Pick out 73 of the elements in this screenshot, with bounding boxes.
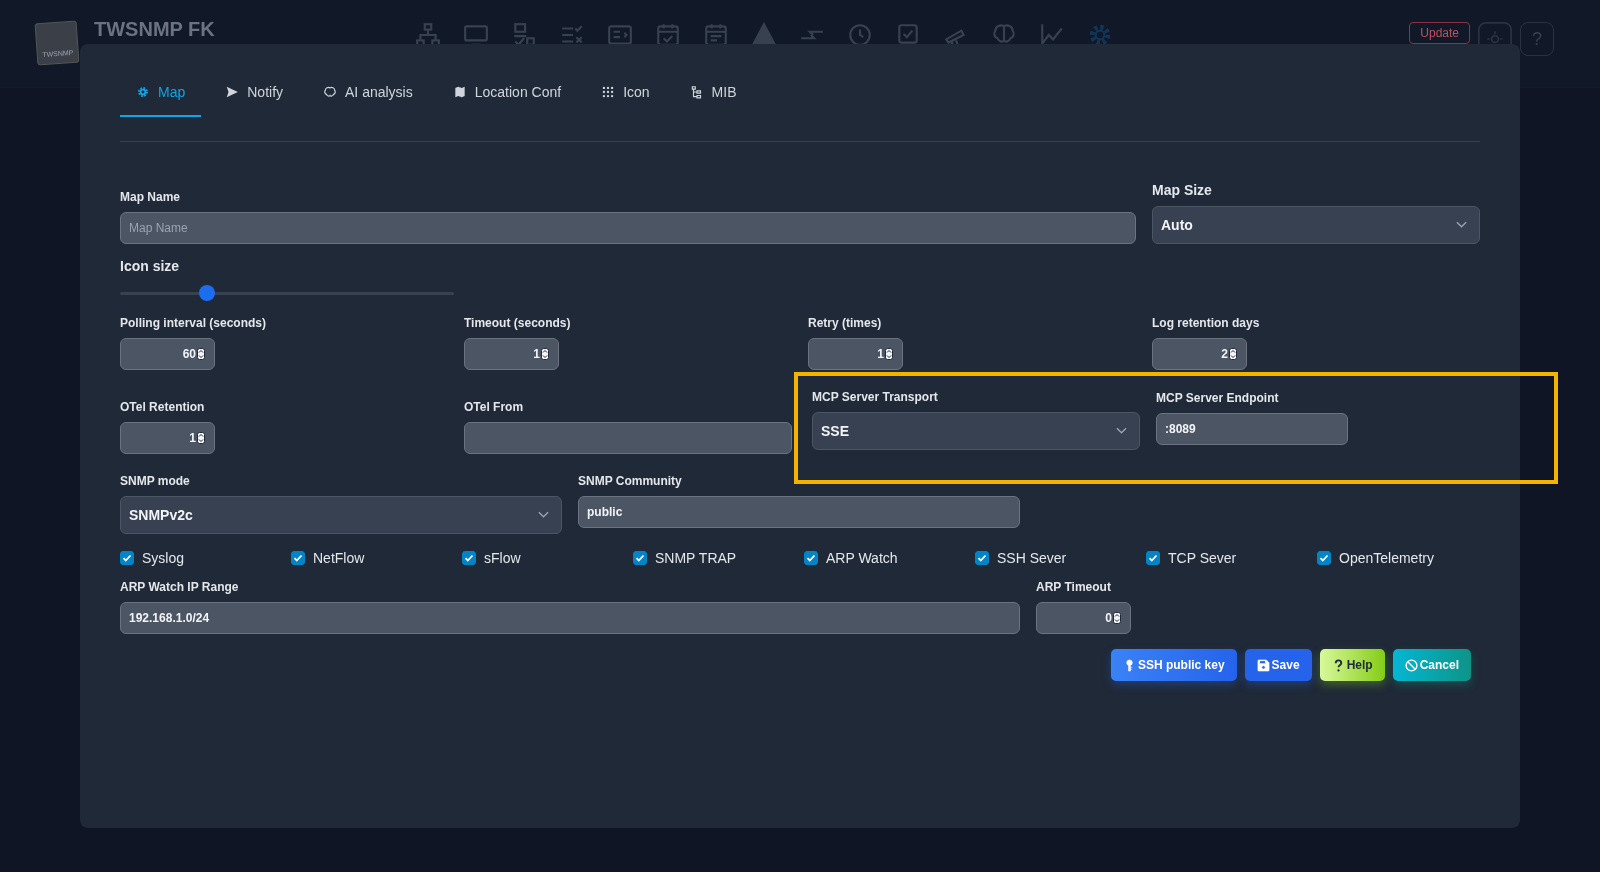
snmp-mode-select[interactable]: SNMPv2c [120,496,562,534]
map-name-field[interactable]: Map Name [120,212,1136,244]
key-button[interactable]: SSH public key [1110,649,1237,681]
number-field[interactable]: 1 [808,338,903,370]
ip-range-field[interactable]: 192.168.1.0/24 [120,602,1020,634]
service-checkbox[interactable]: NetFlow [291,550,462,566]
service-checkbox[interactable]: OpenTelemetry [1317,550,1488,566]
spinner-icon[interactable] [541,348,549,360]
field-label: ARP Watch IP Range [120,580,239,594]
field-label: Map Size [1152,182,1212,198]
tab[interactable]: Map [120,70,202,117]
checkbox-icon[interactable] [462,551,476,565]
chevron-down-icon [1456,221,1467,229]
spinner-icon[interactable] [1113,612,1121,624]
field-label: Retry (times) [808,316,882,330]
checkbox-icon[interactable] [633,551,647,565]
spinner-icon[interactable] [885,348,893,360]
field-label: Icon size [120,258,180,274]
field-label: Log retention days [1152,316,1260,330]
number-field[interactable]: 1 [464,338,559,370]
tree-icon [689,85,704,99]
field-label: MCP Server Transport [812,390,938,404]
community-field[interactable]: public [578,496,1020,528]
tab[interactable]: MIB [673,70,753,117]
number-field[interactable]: 2 [1152,338,1247,370]
cancel-icon [1404,658,1418,672]
map-icon [452,85,467,99]
slider-thumb[interactable] [198,284,215,301]
number-field[interactable]: 0 [1036,602,1131,634]
number-field[interactable]: 60 [120,338,215,370]
dot-grid-icon [601,85,616,99]
tab[interactable]: Notify [209,70,300,117]
tab[interactable]: AI analysis [307,70,429,117]
service-checkbox[interactable]: SSH Sever [975,550,1146,566]
service-checkbox[interactable]: Syslog [120,550,291,566]
map-size-select[interactable]: Auto [1152,206,1480,244]
field-label: Polling interval (seconds) [120,316,267,330]
checkbox-icon[interactable] [1146,551,1160,565]
chevron-down-icon [538,511,549,519]
save-icon [1256,658,1270,672]
field-label: ARP Timeout [1036,580,1111,594]
spinner-icon[interactable] [197,348,205,360]
number-field[interactable]: 1 [120,422,215,454]
service-checkbox[interactable]: TCP Sever [1146,550,1317,566]
checkbox-icon[interactable] [291,551,305,565]
icon-size-slider[interactable] [120,284,454,302]
field-label: Map Name [120,190,181,204]
service-checkbox[interactable]: sFlow [462,550,633,566]
field-label: OTel Retention [120,400,205,414]
service-checkbox[interactable]: SNMP TRAP [633,550,804,566]
otel-from-field[interactable] [464,422,792,454]
checkbox-icon[interactable] [804,551,818,565]
help-button[interactable]: Help [1319,649,1385,681]
app-title: TWSNMP FK [94,18,215,40]
tab[interactable]: Icon [585,70,666,117]
field-label: OTel From [464,400,524,414]
save-button[interactable]: Save [1244,649,1312,681]
transport-select[interactable]: SSE [812,412,1140,450]
checkbox-icon[interactable] [120,551,134,565]
spinner-icon[interactable] [197,432,205,444]
field-label: SNMP Community [578,474,682,488]
field-label: SNMP mode [120,474,190,488]
tab[interactable]: Location Conf [436,70,578,117]
field-label: MCP Server Endpoint [1156,391,1279,405]
field-label: Timeout (seconds) [464,316,571,330]
spinner-icon[interactable] [1229,348,1237,360]
checkbox-icon[interactable] [975,551,989,565]
send-icon [225,85,240,99]
gear-icon [136,85,150,99]
checkbox-icon[interactable] [1317,551,1331,565]
endpoint-field[interactable]: :8089 [1156,413,1348,445]
service-checkbox[interactable]: ARP Watch [804,550,975,566]
chevron-down-icon [1116,427,1127,435]
